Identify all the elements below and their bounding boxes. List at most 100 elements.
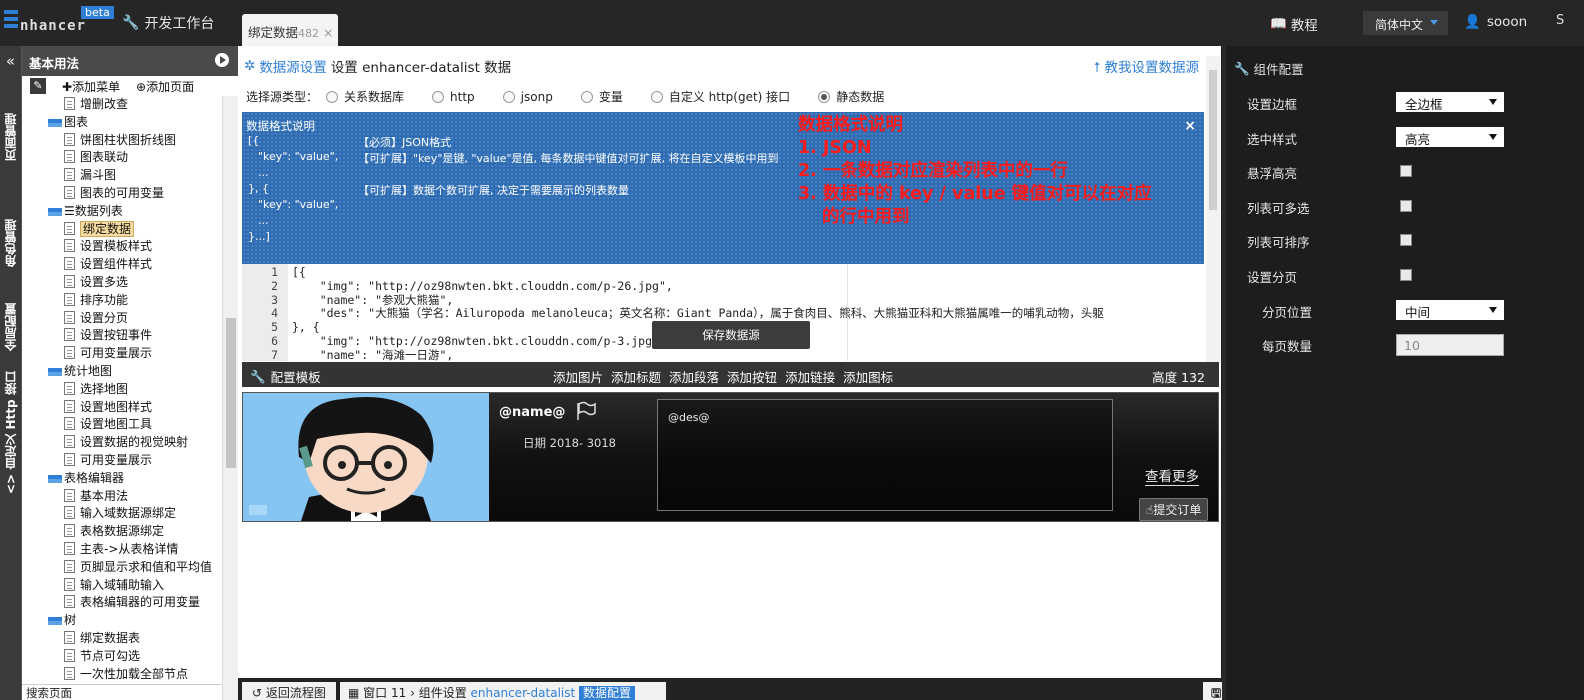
back-to-flowchart-button[interactable]: ↺ 返回流程图	[242, 682, 336, 700]
add-page-button[interactable]: ⊕添加页面	[136, 78, 194, 95]
source-type-radio[interactable]: 变量	[580, 88, 623, 105]
tree-item[interactable]: 增删改查	[22, 96, 222, 114]
config-checkbox[interactable]	[1400, 269, 1412, 281]
tree-item[interactable]: 页脚显示求和值和平均值	[22, 559, 222, 577]
tree-item[interactable]: 可用变量展示	[22, 452, 222, 470]
tree-search[interactable]: 搜索页面	[22, 684, 222, 700]
tree-item[interactable]: 设置地图样式	[22, 399, 222, 417]
template-action-button[interactable]: 添加链接	[785, 367, 835, 386]
template-action-button[interactable]: 添加按钮	[727, 367, 777, 386]
config-checkbox[interactable]	[1400, 165, 1412, 178]
save-datasource-button[interactable]: 保存数据源	[652, 321, 810, 349]
annotation-line: 1. JSON	[798, 138, 872, 158]
code-line: 7 "name": "海滩一日游",	[242, 348, 453, 361]
view-more-link[interactable]: 查看更多	[1145, 465, 1199, 486]
tree-item[interactable]: 设置模板样式	[22, 238, 222, 256]
tree-scroll-thumb[interactable]	[226, 318, 236, 468]
dev-workbench-link[interactable]: 🔧 开发工作台	[122, 13, 214, 33]
tree-item[interactable]: 绑定数据表	[22, 630, 222, 648]
close-icon[interactable]: ×	[1184, 118, 1196, 134]
tree-item[interactable]: 排序功能	[22, 292, 222, 310]
tree-item-label: 设置地图工具	[80, 417, 153, 432]
rail-tab-page-manage[interactable]: 页面管理	[0, 82, 22, 192]
tree-item[interactable]: 图表的可用变量	[22, 185, 222, 203]
collapse-chevron-icon[interactable]: «	[0, 52, 21, 70]
source-type-option-label: http	[450, 89, 475, 104]
tree-item[interactable]: 基本用法	[22, 488, 222, 506]
source-type-radio[interactable]: jsonp	[502, 89, 553, 104]
document-icon	[64, 239, 75, 253]
datasource-title-link[interactable]: 数据源设置	[259, 56, 327, 76]
tree-item-label: 页脚显示求和值和平均值	[80, 559, 213, 574]
tree-scrollbar[interactable]	[222, 96, 238, 700]
language-select[interactable]: 简体中文	[1363, 11, 1448, 35]
add-menu-button[interactable]: ✚添加菜单	[62, 78, 120, 95]
enhancer-logo[interactable]: nhancer beta	[4, 6, 114, 40]
tree-folder[interactable]: 树	[22, 612, 222, 630]
play-icon[interactable]	[215, 53, 229, 67]
dev-workbench-label: 开发工作台	[144, 16, 215, 32]
submit-order-button[interactable]: ☝提交订单	[1139, 498, 1209, 521]
tree-item[interactable]: 表格编辑器的可用变量	[22, 594, 222, 612]
radio-dot-icon[interactable]	[818, 90, 831, 103]
radio-dot-icon[interactable]	[326, 90, 339, 103]
config-select[interactable]: 高亮	[1396, 126, 1504, 147]
tutorial-link[interactable]: 📖 教程	[1270, 14, 1318, 34]
tree-folder[interactable]: 图表	[22, 114, 222, 132]
datasource-help-link[interactable]: ⭡ 教我设置数据源	[1094, 56, 1199, 76]
tree-item[interactable]: 设置数据的视觉映射	[22, 434, 222, 452]
format-help-note: 【可扩展】数据个数可扩展, 决定于需要展示的列表数量	[358, 184, 629, 197]
tree-item[interactable]: 绑定数据	[22, 220, 222, 239]
tree-item[interactable]: 表格数据源绑定	[22, 523, 222, 541]
tree-item[interactable]: 输入域数据源绑定	[22, 505, 222, 523]
config-number-input[interactable]: 10	[1396, 334, 1504, 357]
config-select[interactable]: 中间	[1396, 299, 1504, 320]
datasource-title-rest: 设置 enhancer-datalist 数据	[330, 60, 512, 76]
user-menu[interactable]: 👤 sooon	[1464, 14, 1527, 30]
tree-item[interactable]: 设置多选	[22, 274, 222, 292]
line-number: 2	[271, 278, 278, 293]
source-type-option-label: jsonp	[520, 89, 553, 104]
source-type-radio[interactable]: 静态数据	[818, 88, 884, 105]
tree-item[interactable]: 节点可勾选	[22, 648, 222, 666]
template-action-button[interactable]: 添加图片	[553, 367, 603, 386]
radio-dot-icon[interactable]	[650, 90, 663, 103]
tree-item[interactable]: 图表联动	[22, 149, 222, 167]
tree-item[interactable]: 输入域辅助输入	[22, 577, 222, 595]
tree-item[interactable]: 设置分页	[22, 310, 222, 328]
tree-item[interactable]: 漏斗图	[22, 167, 222, 185]
tree-item[interactable]: 可用变量展示	[22, 345, 222, 363]
rail-tab-global-config[interactable]: 全局配置	[0, 292, 22, 362]
pin-icon[interactable]: ✎	[30, 78, 46, 94]
source-type-radio[interactable]: 关系数据库	[326, 88, 404, 105]
tree-item[interactable]: 饼图柱状图折线图	[22, 132, 222, 150]
editor-scroll-thumb[interactable]	[1209, 70, 1217, 210]
radio-dot-icon[interactable]	[432, 90, 445, 103]
tree-folder[interactable]: 统计地图	[22, 363, 222, 381]
radio-dot-icon[interactable]	[580, 90, 593, 103]
tree-folder[interactable]: 表格编辑器	[22, 470, 222, 488]
tab-bind-data[interactable]: 绑定数据482 ×	[242, 14, 338, 46]
template-action-button[interactable]: 添加图标	[843, 367, 893, 386]
source-type-radio[interactable]: 自定义 http(get) 接口	[650, 88, 790, 105]
tree-item[interactable]: 主表->从表格详情	[22, 541, 222, 559]
source-type-radio[interactable]: http	[432, 90, 475, 104]
tree-item[interactable]: 设置按钮事件	[22, 327, 222, 345]
editor-scrollbar[interactable]	[1206, 56, 1220, 362]
tree-folder[interactable]: ☰数据列表	[22, 203, 222, 221]
rail-tab-custom-http[interactable]: <> 自定义 Http 接口	[0, 368, 22, 498]
template-action-button[interactable]: 添加段落	[669, 367, 719, 386]
config-select[interactable]: 全边框	[1396, 92, 1504, 112]
code-line: 1 [{	[242, 265, 306, 279]
template-action-button[interactable]: 添加标题	[611, 367, 661, 386]
rail-tab-role-manage[interactable]: 角色管理	[0, 198, 22, 288]
radio-dot-icon[interactable]	[502, 90, 515, 103]
template-preview[interactable]: @name@ 日期 2018- 3018 @des@ 查看更多 ☝提交订单	[242, 392, 1219, 522]
tree-item[interactable]: 选择地图	[22, 381, 222, 399]
config-checkbox[interactable]	[1400, 199, 1412, 212]
tree-item[interactable]: 设置组件样式	[22, 256, 222, 274]
config-checkbox[interactable]	[1400, 234, 1412, 247]
close-icon[interactable]: ×	[323, 25, 333, 40]
tree-item[interactable]: 一次性加载全部节点	[22, 666, 222, 684]
tree-item[interactable]: 设置地图工具	[22, 416, 222, 434]
